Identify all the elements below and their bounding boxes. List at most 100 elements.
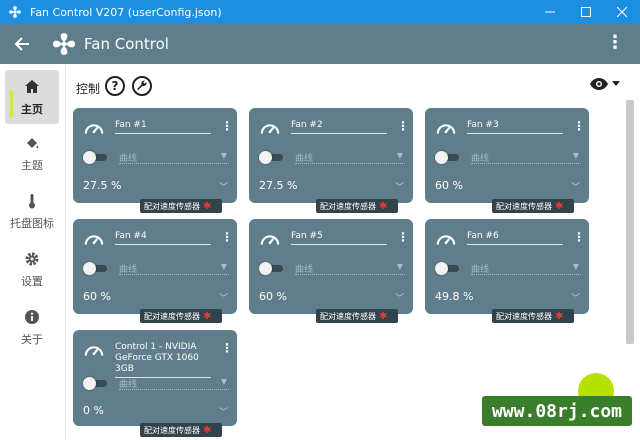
- gauge-icon: [83, 229, 105, 251]
- fan-name-field[interactable]: Fan #6: [467, 231, 563, 245]
- enable-toggle[interactable]: [83, 377, 107, 390]
- fan-name-field[interactable]: Fan #5: [291, 231, 387, 245]
- gauge-icon: [259, 118, 281, 140]
- close-icon: ✱: [203, 424, 212, 436]
- fan-card: Fan #6 ⋮ 曲线 ▼ 49.8 % ﹀: [425, 219, 589, 314]
- fan-name-field[interactable]: Control 1 - NVIDIA GeForce GTX 1060 3GB: [115, 342, 211, 378]
- fan-name-field[interactable]: Fan #1: [115, 120, 211, 134]
- maximize-button[interactable]: [568, 0, 604, 24]
- pair-speed-sensor-button[interactable]: 配对速度传感器 ✱: [492, 309, 574, 323]
- sidebar-item-home[interactable]: 主页: [5, 70, 59, 124]
- enable-toggle[interactable]: [83, 151, 107, 164]
- card-menu-icon[interactable]: ⋮: [397, 231, 409, 243]
- sidebar-item-label: 主题: [21, 159, 43, 172]
- fan-speed-value: 60 %: [259, 290, 287, 303]
- scrollbar-thumb[interactable]: [626, 100, 634, 344]
- pair-speed-sensor-button[interactable]: 配对速度传感器 ✱: [140, 199, 222, 213]
- help-button[interactable]: ?: [105, 76, 125, 96]
- fan-card: Control 1 - NVIDIA GeForce GTX 1060 3GB …: [73, 330, 237, 426]
- chevron-down-icon[interactable]: ﹀: [395, 180, 404, 193]
- curve-select[interactable]: 曲线 ▼: [471, 151, 581, 164]
- window-title: Fan Control V207 (userConfig.json): [30, 5, 222, 19]
- curve-select[interactable]: 曲线 ▼: [295, 151, 405, 164]
- gear-icon: [22, 249, 42, 269]
- curve-select[interactable]: 曲线 ▼: [295, 262, 405, 275]
- sidebar-item-settings[interactable]: 设置: [5, 242, 59, 296]
- eye-icon: [590, 78, 608, 90]
- fan-name-field[interactable]: Fan #4: [115, 231, 211, 245]
- card-menu-icon[interactable]: ⋮: [573, 231, 585, 243]
- dropdown-arrow-icon: ▼: [220, 377, 227, 386]
- chevron-down-icon[interactable]: ﹀: [219, 405, 228, 418]
- overflow-menu-icon[interactable]: ⋮: [606, 34, 624, 52]
- fan-name-field[interactable]: Fan #2: [291, 120, 387, 134]
- dropdown-arrow-icon: ▼: [572, 151, 579, 160]
- enable-toggle[interactable]: [259, 151, 283, 164]
- fan-speed-value: 60 %: [435, 179, 463, 192]
- fan-card: Fan #5 ⋮ 曲线 ▼ 60 % ﹀: [249, 219, 413, 314]
- gauge-icon: [83, 118, 105, 140]
- fan-speed-value: 27.5 %: [259, 179, 298, 192]
- enable-toggle[interactable]: [259, 262, 283, 275]
- app-title: Fan Control: [84, 35, 169, 53]
- minimize-button[interactable]: [532, 0, 568, 24]
- curve-select[interactable]: 曲线 ▼: [119, 151, 229, 164]
- enable-toggle[interactable]: [435, 151, 459, 164]
- chevron-down-icon[interactable]: ﹀: [395, 291, 404, 304]
- section-title: 控制: [76, 82, 101, 96]
- card-menu-icon[interactable]: ⋮: [221, 342, 233, 354]
- sidebar-item-theme[interactable]: 主题: [5, 126, 59, 180]
- back-arrow-icon[interactable]: [14, 36, 44, 52]
- fan-card: Fan #3 ⋮ 曲线 ▼ 60 % ﹀: [425, 108, 589, 203]
- enable-toggle[interactable]: [435, 262, 459, 275]
- pair-speed-sensor-button[interactable]: 配对速度传感器 ✱: [316, 199, 398, 213]
- gauge-icon: [259, 229, 281, 251]
- chevron-down-icon[interactable]: ﹀: [219, 291, 228, 304]
- chevron-down-icon[interactable]: ﹀: [219, 180, 228, 193]
- close-icon: ✱: [555, 310, 564, 322]
- gauge-icon: [83, 340, 105, 362]
- fan-card: Fan #2 ⋮ 曲线 ▼ 27.5 % ﹀: [249, 108, 413, 203]
- close-window-button[interactable]: [604, 0, 640, 24]
- card-menu-icon[interactable]: ⋮: [221, 231, 233, 243]
- fan-name-field[interactable]: Fan #3: [467, 120, 563, 134]
- dropdown-arrow-icon: ▼: [220, 262, 227, 271]
- pair-speed-sensor-button[interactable]: 配对速度传感器 ✱: [140, 309, 222, 323]
- dropdown-arrow-icon: ▼: [572, 262, 579, 271]
- active-indicator: [10, 91, 13, 117]
- sidebar-item-label: 关于: [21, 333, 43, 346]
- card-menu-icon[interactable]: ⋮: [397, 120, 409, 132]
- visibility-toggle[interactable]: [590, 76, 620, 92]
- curve-select[interactable]: 曲线 ▼: [471, 262, 581, 275]
- enable-toggle[interactable]: [83, 262, 107, 275]
- fan-speed-value: 49.8 %: [435, 290, 474, 303]
- dropdown-arrow-icon: ▼: [396, 262, 403, 271]
- close-icon: ✱: [379, 200, 388, 212]
- pair-speed-sensor-button[interactable]: 配对速度传感器 ✱: [316, 309, 398, 323]
- dropdown-arrow-icon: ▼: [396, 151, 403, 160]
- wrench-button[interactable]: [132, 76, 152, 96]
- fan-card: Fan #1 ⋮ 曲线 ▼ 27.5 % ﹀: [73, 108, 237, 203]
- curve-select[interactable]: 曲线 ▼: [119, 262, 229, 275]
- sidebar-item-label: 设置: [21, 275, 43, 288]
- sidebar-item-tray-icon[interactable]: 托盘图标: [5, 184, 59, 238]
- sidebar-item-label: 托盘图标: [10, 217, 54, 230]
- curve-select[interactable]: 曲线 ▼: [119, 377, 229, 390]
- sidebar-item-label: 主页: [21, 103, 43, 116]
- paint-bucket-icon: [22, 133, 42, 153]
- chevron-down-icon[interactable]: ﹀: [571, 291, 580, 304]
- app-header: Fan Control ⋮: [0, 24, 640, 64]
- fan-speed-value: 0 %: [83, 404, 104, 417]
- fan-speed-value: 60 %: [83, 290, 111, 303]
- close-icon: ✱: [379, 310, 388, 322]
- fan-card: Fan #4 ⋮ 曲线 ▼ 60 % ﹀: [73, 219, 237, 314]
- pair-speed-sensor-button[interactable]: 配对速度传感器 ✱: [492, 199, 574, 213]
- sidebar-item-about[interactable]: 关于: [5, 300, 59, 354]
- fan-speed-value: 27.5 %: [83, 179, 122, 192]
- pair-speed-sensor-button[interactable]: 配对速度传感器 ✱: [140, 423, 222, 437]
- card-menu-icon[interactable]: ⋮: [573, 120, 585, 132]
- thermometer-icon: [22, 191, 42, 211]
- chevron-down-icon[interactable]: ﹀: [571, 180, 580, 193]
- close-icon: ✱: [203, 200, 212, 212]
- card-menu-icon[interactable]: ⋮: [221, 120, 233, 132]
